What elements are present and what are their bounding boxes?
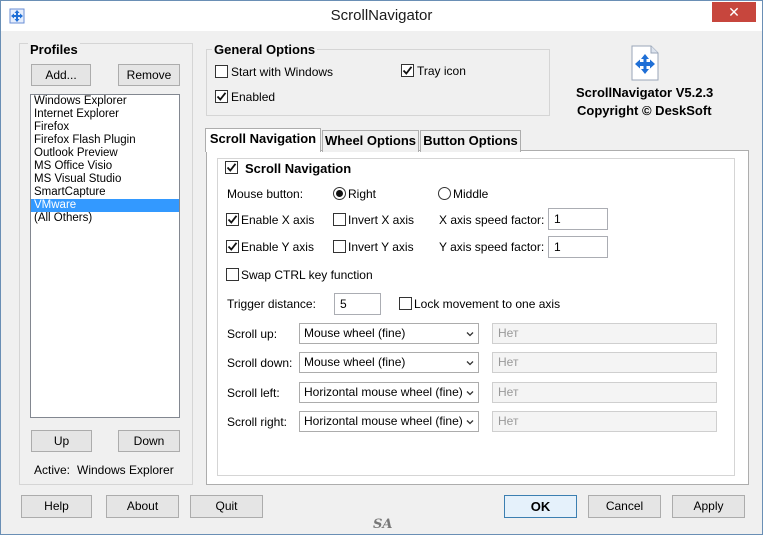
swap-ctrl-checkbox[interactable] (226, 268, 239, 281)
chevron-down-icon (466, 391, 474, 396)
profile-list-item-selected[interactable]: VMware (31, 199, 179, 212)
scroll-up-hotkey-field[interactable]: Нет (492, 323, 717, 344)
general-options-group (206, 49, 550, 116)
ok-button[interactable]: OK (504, 495, 577, 518)
move-up-button[interactable]: Up (31, 430, 92, 452)
invert-x-axis-checkbox[interactable] (333, 213, 346, 226)
tab-button-options[interactable]: Button Options (420, 130, 521, 152)
scroll-down-action-select[interactable]: Mouse wheel (fine) (299, 352, 479, 373)
scroll-left-hotkey-field[interactable]: Нет (492, 382, 717, 403)
scroll-right-action-value: Horizontal mouse wheel (fine) (304, 414, 463, 428)
invert-x-axis-label: Invert X axis (348, 213, 415, 227)
main-window: ScrollNavigator ✕ Profiles Add... Remove… (0, 0, 763, 535)
x-speed-factor-label: X axis speed factor: (439, 213, 545, 227)
active-profile-label: Active: (34, 463, 71, 477)
x-speed-factor-input[interactable]: 1 (548, 208, 608, 230)
chevron-down-icon (466, 361, 474, 366)
enable-y-axis-checkbox[interactable] (226, 240, 239, 253)
close-button[interactable]: ✕ (712, 2, 756, 22)
mouse-button-label: Mouse button: (227, 187, 304, 201)
tab-scroll-navigation[interactable]: Scroll Navigation (205, 128, 321, 152)
profile-list-item[interactable]: SmartCapture (31, 186, 179, 199)
chevron-down-icon (466, 332, 474, 337)
trigger-distance-label: Trigger distance: (227, 297, 316, 311)
invert-y-axis-label: Invert Y axis (348, 240, 414, 254)
window-title: ScrollNavigator (330, 7, 433, 24)
y-speed-factor-label: Y axis speed factor: (439, 240, 545, 254)
enable-x-axis-label: Enable X axis (241, 213, 315, 227)
profiles-list[interactable]: Windows Explorer Internet Explorer Firef… (30, 94, 180, 418)
app-version-text: ScrollNavigator V5.2.3 (576, 85, 714, 100)
right-button-radio[interactable] (333, 187, 346, 200)
profile-list-item[interactable]: MS Visual Studio (31, 173, 179, 186)
y-speed-factor-input[interactable]: 1 (548, 236, 608, 258)
scroll-up-action-select[interactable]: Mouse wheel (fine) (299, 323, 479, 344)
checkmark-icon (216, 92, 227, 101)
profiles-heading: Profiles (28, 42, 80, 57)
profile-list-item[interactable]: Internet Explorer (31, 108, 179, 121)
general-options-heading: General Options (212, 42, 318, 57)
enabled-label: Enabled (231, 90, 276, 104)
enable-y-axis-label: Enable Y axis (241, 240, 314, 254)
profile-list-item[interactable]: MS Office Visio (31, 160, 179, 173)
scroll-down-action-value: Mouse wheel (fine) (304, 355, 406, 369)
scroll-down-hotkey-field[interactable]: Нет (492, 352, 717, 373)
invert-y-axis-checkbox[interactable] (333, 240, 346, 253)
checkmark-icon (226, 163, 237, 172)
scroll-right-hotkey-field[interactable]: Нет (492, 411, 717, 432)
scroll-up-label: Scroll up: (227, 327, 278, 341)
scroll-down-label: Scroll down: (227, 356, 293, 370)
scroll-right-action-select[interactable]: Horizontal mouse wheel (fine) (299, 411, 479, 432)
profile-list-item[interactable]: (All Others) (31, 212, 179, 225)
tray-icon-label: Tray icon (417, 64, 466, 78)
app-logo-icon (629, 45, 661, 81)
lock-movement-label: Lock movement to one axis (414, 297, 561, 311)
profile-list-item[interactable]: Outlook Preview (31, 147, 179, 160)
enabled-checkbox[interactable] (215, 90, 228, 103)
move-down-button[interactable]: Down (118, 430, 180, 452)
scroll-left-label: Scroll left: (227, 386, 280, 400)
help-button[interactable]: Help (21, 495, 92, 518)
scroll-right-label: Scroll right: (227, 415, 288, 429)
add-profile-button[interactable]: Add... (31, 64, 91, 86)
swap-ctrl-label: Swap CTRL key function (241, 268, 373, 282)
tray-icon-checkbox[interactable] (401, 64, 414, 77)
trigger-distance-input[interactable]: 5 (334, 293, 381, 315)
right-button-label: Right (348, 187, 377, 201)
start-with-windows-checkbox[interactable] (215, 65, 228, 78)
profile-list-item[interactable]: Windows Explorer (31, 95, 179, 108)
cancel-button[interactable]: Cancel (588, 495, 661, 518)
start-with-windows-label: Start with Windows (231, 65, 334, 79)
scroll-navigation-enable-checkbox[interactable] (225, 161, 238, 174)
profile-list-item[interactable]: Firefox Flash Plugin (31, 134, 179, 147)
scroll-left-action-select[interactable]: Horizontal mouse wheel (fine) (299, 382, 479, 403)
checkmark-icon (227, 215, 238, 224)
close-icon: ✕ (728, 4, 740, 20)
remove-profile-button[interactable]: Remove (118, 64, 180, 86)
checkmark-icon (227, 242, 238, 251)
chevron-down-icon (466, 420, 474, 425)
quit-button[interactable]: Quit (190, 495, 263, 518)
lock-movement-checkbox[interactable] (399, 297, 412, 310)
copyright-text: Copyright © DeskSoft (577, 103, 712, 118)
checkmark-icon (402, 66, 413, 75)
active-profile-value: Windows Explorer (77, 463, 174, 477)
title-bar[interactable]: ScrollNavigator ✕ (1, 1, 762, 31)
scroll-up-action-value: Mouse wheel (fine) (304, 326, 406, 340)
enable-x-axis-checkbox[interactable] (226, 213, 239, 226)
profile-list-item[interactable]: Firefox (31, 121, 179, 134)
middle-button-radio[interactable] (438, 187, 451, 200)
about-button[interactable]: About (106, 495, 179, 518)
watermark-text: SA (373, 517, 393, 532)
scroll-navigation-group-label: Scroll Navigation (245, 161, 352, 176)
tab-wheel-options[interactable]: Wheel Options (322, 130, 419, 152)
apply-button[interactable]: Apply (672, 495, 745, 518)
scroll-left-action-value: Horizontal mouse wheel (fine) (304, 385, 463, 399)
middle-button-label: Middle (453, 187, 489, 201)
